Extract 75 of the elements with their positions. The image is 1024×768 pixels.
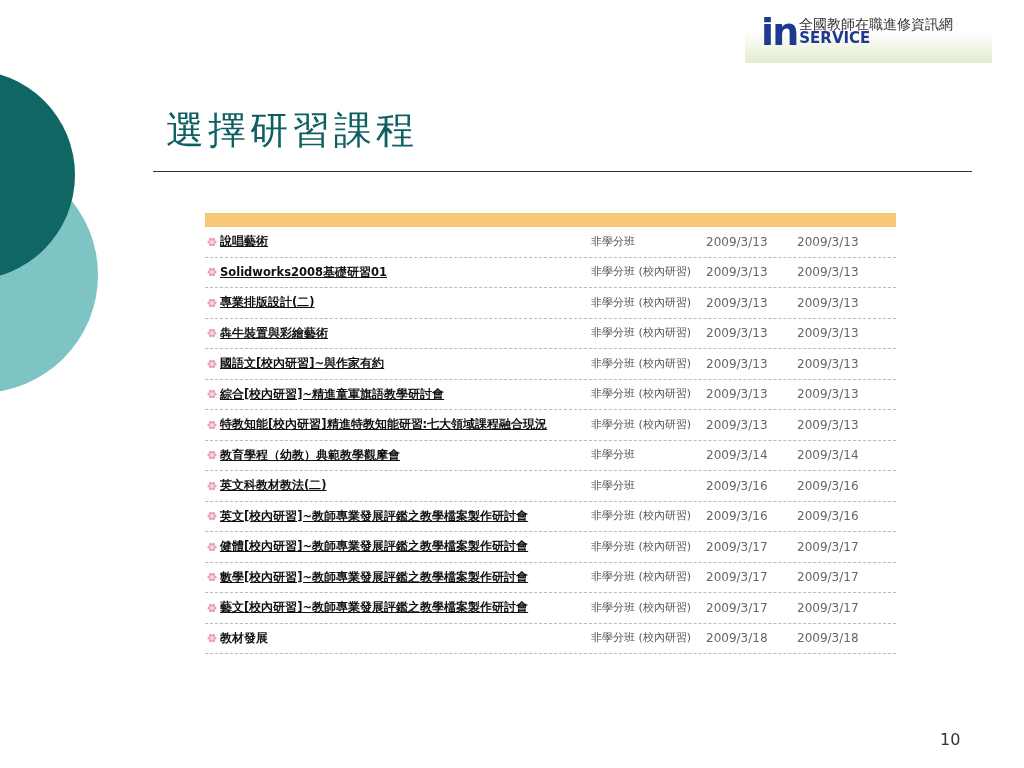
- flower-icon: [207, 511, 217, 522]
- table-cell-text: 2009/3/14: [706, 447, 769, 465]
- table-cell-text: 2009/3/13: [797, 294, 859, 312]
- logo-mark: in: [761, 12, 798, 51]
- logo-name: 全國教師在職進修資訊網: [799, 17, 954, 31]
- table-cell-text: 非學分班 (校內研習): [591, 386, 693, 402]
- table-cell-text: 2009/3/17: [797, 599, 859, 617]
- flower-icon: [207, 450, 217, 461]
- table-cell-text: 非學分班: [591, 447, 636, 463]
- table-cell-text: 2009/3/13: [797, 355, 859, 373]
- flower-icon: [207, 480, 217, 491]
- table-cell-text: 2009/3/13: [797, 264, 859, 282]
- table-cell-text: 2009/3/18: [797, 630, 859, 648]
- table-cell-text: 非學分班 (校內研習): [591, 355, 693, 372]
- table-cell-text: 2009/3/13: [706, 355, 769, 373]
- table-cell-text: 非學分班 (校內研習): [591, 416, 693, 433]
- flower-icon: [207, 328, 217, 339]
- table-cell-text: 2009/3/13: [706, 264, 769, 282]
- table-cell-text: 2009/3/13: [706, 386, 769, 404]
- table-cell-text: 2009/3/13: [797, 416, 859, 434]
- table-cell-text: 2009/3/13: [797, 386, 859, 404]
- logo-subtitle: SERVICE: [799, 31, 871, 46]
- course-link[interactable]: 國語文[校內研習]~與作家有約: [220, 355, 385, 373]
- table-cell-text: 非學分班: [591, 477, 636, 494]
- table-cell-text: 非學分班 (校內研習): [591, 538, 693, 555]
- flower-icon: [207, 389, 217, 400]
- table-cell-text: 非學分班 (校內研習): [591, 264, 693, 280]
- course-link[interactable]: 英文[校內研習]~教師專業發展評鑑之教學檔案製作研討會: [220, 507, 529, 525]
- flower-icon: [207, 602, 217, 613]
- table-cell-text: 非學分班: [591, 233, 636, 250]
- table-cell-text: 2009/3/13: [706, 416, 769, 434]
- table-cell-text: 2009/3/17: [797, 538, 859, 556]
- table-cell-text: 2009/3/16: [797, 477, 859, 495]
- page-number: 10: [940, 729, 961, 751]
- table-cell-text: 2009/3/17: [706, 599, 769, 617]
- flower-icon: [207, 419, 217, 430]
- course-link[interactable]: 綜合[校內研習]~精進童軍旗語教學研討會: [220, 385, 445, 403]
- table-cell-text: 2009/3/16: [706, 508, 769, 526]
- flower-icon: [207, 267, 217, 278]
- flower-icon: [207, 633, 217, 644]
- course-link[interactable]: 專業排版設計(二): [220, 294, 315, 312]
- table-cell-text: 2009/3/17: [706, 538, 769, 556]
- table-cell-text: 2009/3/13: [706, 233, 769, 251]
- flower-icon: [207, 358, 217, 369]
- course-link[interactable]: 健體[校內研習]~教師專業發展評鑑之教學檔案製作研討會: [220, 538, 529, 556]
- table-cell-text: 2009/3/18: [706, 630, 769, 648]
- table-cell-text: 非學分班 (校內研習): [591, 508, 693, 524]
- table-cell-text: 2009/3/13: [706, 294, 769, 312]
- course-link[interactable]: 說唱藝術: [220, 233, 268, 251]
- table-cell-text: 2009/3/13: [706, 325, 769, 343]
- table-cell-text: 非學分班 (校內研習): [591, 325, 693, 341]
- course-link[interactable]: 特教知能[校內研習]精進特教知能研習:七大領域課程融合現況: [220, 416, 548, 434]
- course-link[interactable]: 犇牛裝置與彩繪藝術: [220, 324, 328, 342]
- course-link[interactable]: 藝文[校內研習]~教師專業發展評鑑之教學檔案製作研討會: [220, 599, 529, 617]
- course-link[interactable]: 英文科教材教法(二): [220, 477, 327, 495]
- table-cell-text: 2009/3/16: [706, 477, 769, 495]
- flower-icon: [207, 572, 217, 583]
- flower-icon: [207, 297, 217, 308]
- table-cell-text: 非學分班 (校內研習): [591, 630, 693, 646]
- course-link[interactable]: Solidworks2008基礎研習01: [220, 263, 387, 281]
- table-cell-text: 2009/3/17: [706, 569, 769, 587]
- table-cell-text: 2009/3/16: [797, 508, 859, 526]
- table-cell-text: 2009/3/17: [797, 569, 859, 587]
- table-cell-text: 2009/3/13: [797, 325, 859, 343]
- flower-icon: [207, 236, 217, 247]
- table-cell-text: 2009/3/14: [797, 447, 859, 465]
- slide-title: 選擇研習課程: [166, 107, 418, 154]
- table-cell-text: 非學分班 (校內研習): [591, 599, 693, 616]
- course-title: 教材發展: [220, 629, 268, 647]
- course-link[interactable]: 教育學程（幼教）典範教學觀摩會: [220, 446, 400, 464]
- flower-icon: [207, 541, 217, 552]
- table-cell-text: 2009/3/13: [797, 233, 859, 251]
- course-link[interactable]: 數學[校內研習]~教師專業發展評鑑之教學檔案製作研討會: [220, 568, 529, 586]
- table-cell-text: 非學分班 (校內研習): [591, 294, 693, 311]
- table-cell-text: 非學分班 (校內研習): [591, 569, 693, 585]
